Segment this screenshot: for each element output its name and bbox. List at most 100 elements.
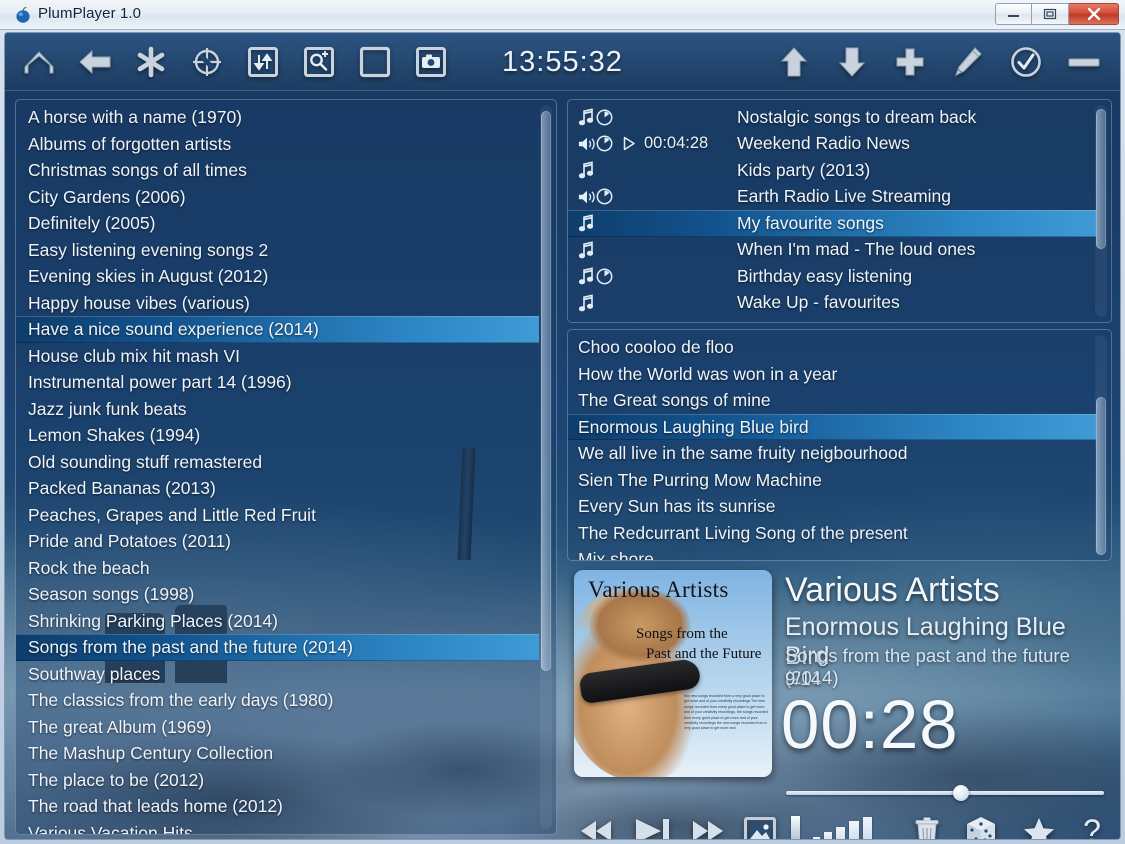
music-note-icon: [568, 161, 596, 179]
music-note-icon: [578, 241, 594, 259]
album-list-item[interactable]: A horse with a name (1970): [16, 104, 556, 131]
playlist-list-item[interactable]: Kids party (2013): [568, 157, 1111, 184]
album-list-item[interactable]: The great Album (1969): [16, 714, 556, 741]
album-list-item[interactable]: House club mix hit mash VI: [16, 343, 556, 370]
track-list-item[interactable]: Every Sun has its sunrise: [568, 493, 1111, 520]
playlist-list-item[interactable]: Earth Radio Live Streaming: [568, 184, 1111, 211]
sort-updown-icon[interactable]: [243, 41, 283, 83]
next-icon[interactable]: [689, 816, 729, 840]
cover-line-1: Songs from the: [636, 626, 728, 643]
question-icon[interactable]: ?: [1080, 815, 1104, 840]
album-cover-art[interactable]: Various Artists Songs from the Past and …: [574, 570, 772, 777]
camera-icon[interactable]: [411, 41, 451, 83]
seek-slider-thumb[interactable]: [953, 785, 969, 801]
album-list-item[interactable]: Instrumental power part 14 (1996): [16, 369, 556, 396]
album-list-item[interactable]: Shrinking Parking Places (2014): [16, 608, 556, 635]
trash-icon[interactable]: [914, 816, 940, 840]
album-list-item[interactable]: The classics from the early days (1980): [16, 687, 556, 714]
minimize-button[interactable]: [995, 3, 1032, 25]
playlist-item-title: Weekend Radio News: [729, 133, 910, 154]
check-circle-icon[interactable]: [1006, 41, 1046, 83]
album-list-item[interactable]: Various Vacation Hits: [16, 820, 556, 836]
cover-image-icon[interactable]: [743, 815, 777, 840]
tracks-scrollbar[interactable]: [1095, 335, 1107, 555]
minus-icon[interactable]: [1064, 41, 1104, 83]
playlist-item-title: Kids party (2013): [729, 160, 870, 181]
playlist-list-item[interactable]: Wake Up - favourites: [568, 290, 1111, 317]
track-list-item[interactable]: Sien The Purring Mow Machine: [568, 467, 1111, 494]
playlists-panel[interactable]: Nostalgic songs to dream back00:04:28Wee…: [567, 99, 1112, 323]
track-list-item[interactable]: The Great songs of mine: [568, 387, 1111, 414]
play-pause-icon[interactable]: [631, 815, 675, 840]
albums-panel[interactable]: A horse with a name (1970)Albums of forg…: [15, 99, 557, 835]
track-list-item[interactable]: Mix shore: [568, 546, 1111, 561]
play-icon-cell: [622, 136, 644, 151]
album-list-item[interactable]: Songs from the past and the future (2014…: [16, 634, 539, 661]
square-icon[interactable]: [355, 41, 395, 83]
album-list-item[interactable]: Season songs (1998): [16, 581, 556, 608]
search-zoom-icon[interactable]: [299, 41, 339, 83]
album-list-item[interactable]: The place to be (2012): [16, 767, 556, 794]
cover-line-2: Past and the Future: [646, 646, 761, 663]
arrow-down-icon[interactable]: [832, 41, 872, 83]
back-arrow-icon[interactable]: [75, 41, 115, 83]
album-list-item[interactable]: Pride and Potatoes (2011): [16, 528, 556, 555]
albums-scrollbar[interactable]: [540, 105, 552, 829]
playlist-list-item[interactable]: Nostalgic songs to dream back: [568, 104, 1111, 131]
arrow-up-icon[interactable]: [774, 41, 814, 83]
album-list-item[interactable]: Jazz junk funk beats: [16, 396, 556, 423]
volume-eq-icon[interactable]: [791, 816, 872, 840]
pencil-icon[interactable]: [948, 41, 988, 83]
track-list-item[interactable]: How the World was won in a year: [568, 361, 1111, 388]
album-list-item[interactable]: Have a nice sound experience (2014): [16, 316, 539, 343]
albums-scrollbar-thumb[interactable]: [541, 111, 551, 671]
album-list-item[interactable]: Lemon Shakes (1994): [16, 422, 556, 449]
album-list-item[interactable]: Peaches, Grapes and Little Red Fruit: [16, 502, 556, 529]
playlist-list-item[interactable]: 00:04:28Weekend Radio News: [568, 131, 1111, 158]
track-list-item[interactable]: We all live in the same fruity neigbourh…: [568, 440, 1111, 467]
tracks-list[interactable]: Choo cooloo de flooHow the World was won…: [568, 334, 1111, 560]
album-list-item[interactable]: The Mashup Century Collection: [16, 740, 556, 767]
dice-icon[interactable]: [964, 815, 998, 840]
playlists-scrollbar-thumb[interactable]: [1096, 109, 1106, 249]
home-icon[interactable]: [19, 41, 59, 83]
album-list-item[interactable]: Old sounding stuff remastered: [16, 449, 556, 476]
track-list-item[interactable]: Enormous Laughing Blue bird: [568, 414, 1096, 441]
album-list-item[interactable]: Christmas songs of all times: [16, 157, 556, 184]
clock-icon: [596, 268, 613, 285]
speaker-icon: [578, 135, 596, 153]
album-list-item[interactable]: Southway places: [16, 661, 556, 688]
tracks-panel[interactable]: Choo cooloo de flooHow the World was won…: [567, 329, 1112, 561]
track-list-item[interactable]: The Redcurrant Living Song of the presen…: [568, 520, 1111, 547]
playlist-list-item[interactable]: My favourite songs: [568, 210, 1096, 237]
album-list-item[interactable]: Easy listening evening songs 2: [16, 237, 556, 264]
album-list-item[interactable]: The road that leads home (2012): [16, 793, 556, 820]
music-note-icon: [578, 214, 594, 232]
asterisk-icon[interactable]: [131, 41, 171, 83]
playlist-item-title: Birthday easy listening: [729, 266, 912, 287]
previous-icon[interactable]: [577, 816, 617, 840]
album-list-item[interactable]: Albums of forgotten artists: [16, 131, 556, 158]
maximize-button[interactable]: [1032, 3, 1069, 25]
star-icon[interactable]: [1022, 816, 1056, 840]
tracks-scrollbar-thumb[interactable]: [1096, 397, 1106, 555]
playlist-item-title: When I'm mad - The loud ones: [729, 239, 975, 260]
playlist-list-item[interactable]: When I'm mad - The loud ones: [568, 237, 1111, 264]
playlists-scrollbar[interactable]: [1095, 105, 1107, 317]
playlist-list-item[interactable]: Birthday easy listening: [568, 263, 1111, 290]
albums-list[interactable]: A horse with a name (1970)Albums of forg…: [16, 104, 556, 834]
track-list-item[interactable]: Choo cooloo de floo: [568, 334, 1111, 361]
album-list-item[interactable]: Evening skies in August (2012): [16, 263, 556, 290]
playlists-list[interactable]: Nostalgic songs to dream back00:04:28Wee…: [568, 104, 1111, 322]
album-list-item[interactable]: Packed Bananas (2013): [16, 475, 556, 502]
speaker-icon: [578, 188, 596, 206]
album-list-item[interactable]: City Gardens (2006): [16, 184, 556, 211]
album-list-item[interactable]: Rock the beach: [16, 555, 556, 582]
target-icon[interactable]: [187, 41, 227, 83]
now-playing-elapsed-time: 00:28: [781, 685, 959, 764]
plus-icon[interactable]: [890, 41, 930, 83]
album-list-item[interactable]: Happy house vibes (various): [16, 290, 556, 317]
album-list-item[interactable]: Definitely (2005): [16, 210, 556, 237]
seek-slider[interactable]: [786, 785, 1104, 801]
close-button[interactable]: [1069, 3, 1119, 25]
